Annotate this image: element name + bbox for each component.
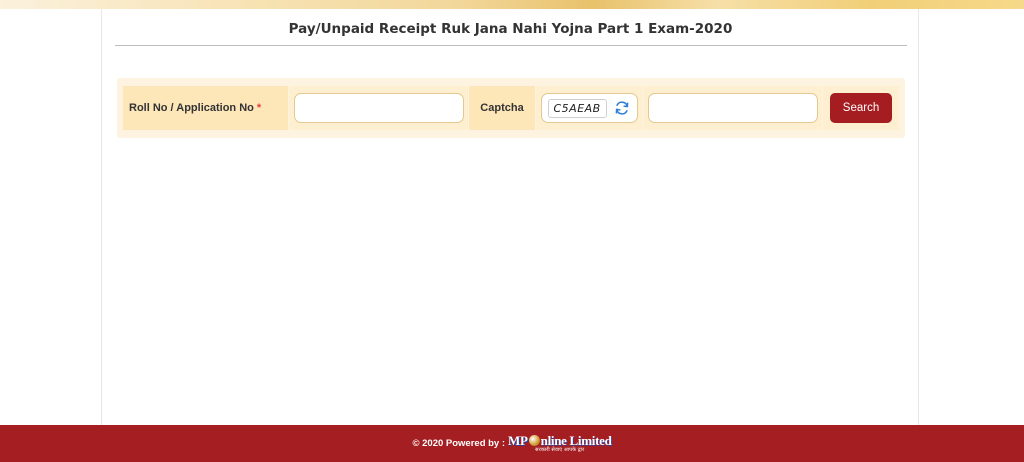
main-content: Pay/Unpaid Receipt Ruk Jana Nahi Yojna P… [103, 9, 918, 425]
captcha-code: C5AEAB [547, 98, 607, 118]
captcha-input[interactable] [647, 93, 818, 123]
logo-rest-text: nline Limited [540, 433, 612, 448]
captcha-label: Captcha [480, 102, 524, 114]
footer: © 2020 Powered by : MP nline Limited सरका… [0, 425, 1024, 462]
roll-label-cell: Roll No / Application No * [123, 86, 289, 130]
roll-number-input[interactable] [293, 93, 464, 123]
globe-icon [528, 435, 540, 446]
search-panel: Roll No / Application No * Captcha C5AEA… [117, 78, 905, 138]
refresh-icon[interactable] [613, 99, 631, 117]
roll-input-cell [289, 86, 469, 130]
roll-label: Roll No / Application No [129, 102, 254, 114]
captcha-image-cell: C5AEAB [536, 86, 643, 130]
required-mark: * [256, 102, 262, 114]
captcha-image-box: C5AEAB [540, 93, 638, 123]
mponline-logo-wordmark: MP nline Limited [508, 433, 612, 448]
captcha-input-cell [643, 86, 823, 130]
mponline-logo: MP nline Limited सरकारी सेवाएं आपके द्वार [508, 433, 612, 453]
page-title: Pay/Unpaid Receipt Ruk Jana Nahi Yojna P… [288, 21, 733, 37]
captcha-label-cell: Captcha [469, 86, 536, 130]
right-margin [918, 9, 1024, 425]
search-form-row: Roll No / Application No * Captcha C5AEA… [123, 86, 899, 130]
left-margin [0, 9, 102, 425]
refresh-icon-svg [615, 101, 629, 115]
top-decorative-strip [0, 0, 1024, 9]
search-button[interactable]: Search [830, 93, 892, 123]
search-button-cell: Search [823, 86, 899, 130]
logo-tagline: सरकारी सेवाएं आपके द्वार [535, 447, 585, 453]
logo-mp-text: MP [508, 433, 528, 448]
footer-copyright: © 2020 Powered by : [412, 438, 506, 449]
title-divider [115, 45, 907, 46]
